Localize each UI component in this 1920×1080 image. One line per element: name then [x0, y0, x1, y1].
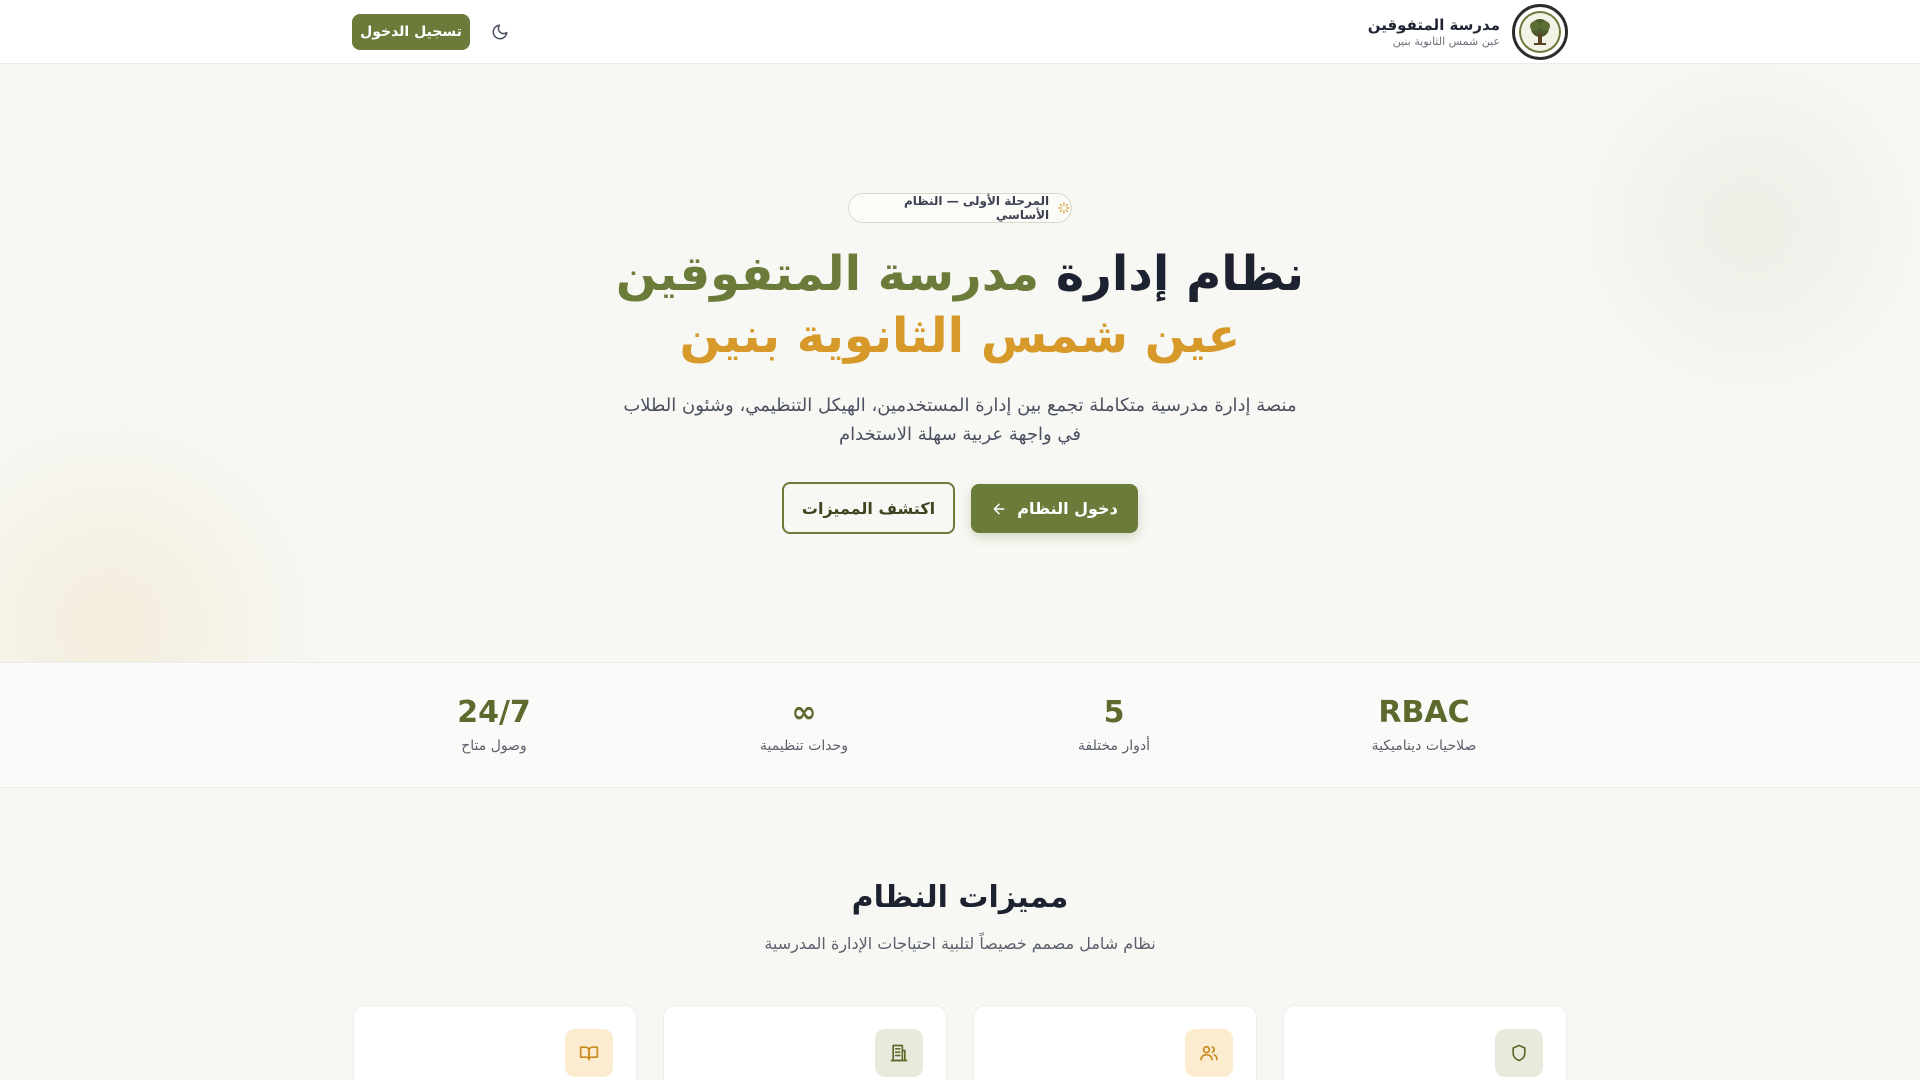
arrow-left-icon	[993, 503, 1005, 514]
stat-label: أدوار مختلفة	[1078, 738, 1150, 754]
feature-card-students[interactable]	[353, 1005, 637, 1080]
top-navbar: مدرسة المتفوقين عين شمس الثانوية بنين تس…	[0, 0, 1920, 64]
hero-description: منصة إدارة مدرسية متكاملة تجمع بين إدارة…	[560, 391, 1360, 449]
hero-title: نظام إدارة مدرسة المتفوقين	[0, 243, 1920, 305]
shield-icon	[1512, 1044, 1526, 1062]
stat-rbac: RBAC صلاحيات ديناميكية	[1324, 693, 1524, 757]
feature-card-structure[interactable]	[663, 1005, 947, 1080]
brand-text: مدرسة المتفوقين عين شمس الثانوية بنين	[1368, 15, 1500, 49]
book-icon	[579, 1046, 599, 1061]
stat-units: ∞ وحدات تنظيمية	[704, 693, 904, 757]
hero-title-main: نظام إدارة	[1055, 246, 1305, 302]
feature-card-users[interactable]	[973, 1005, 1257, 1080]
stat-access: 24/7 وصول متاح	[394, 693, 594, 757]
stat-label: وحدات تنظيمية	[760, 738, 848, 754]
stats-bar: RBAC صلاحيات ديناميكية 5 أدوار مختلفة ∞ …	[0, 662, 1920, 788]
enter-system-label: دخول النظام	[1017, 499, 1118, 518]
badge-label: المرحلة الأولى — النظام الأساسي	[904, 194, 1050, 222]
enter-system-button[interactable]: دخول النظام	[971, 484, 1138, 533]
stat-value: ∞	[791, 695, 817, 730]
users-icon	[1200, 1045, 1218, 1061]
hero-description-line1: منصة إدارة مدرسية متكاملة تجمع بين إدارة…	[623, 395, 1297, 416]
stat-value: RBAC	[1378, 695, 1470, 730]
stat-roles: 5 أدوار مختلفة	[1014, 693, 1214, 757]
school-logo-icon	[1512, 4, 1568, 60]
moon-icon	[492, 24, 508, 40]
phase-badge: المرحلة الأولى — النظام الأساسي	[848, 193, 1072, 223]
card-icon-wrap	[565, 1029, 613, 1077]
brand-subtitle: عين شمس الثانوية بنين	[1392, 35, 1500, 48]
sparkles-icon	[1058, 202, 1070, 214]
card-icon-wrap	[1185, 1029, 1233, 1077]
features-title: مميزات النظام	[851, 880, 1069, 915]
feature-card-permissions[interactable]	[1283, 1005, 1567, 1080]
login-button[interactable]: تسجيل الدخول	[352, 14, 470, 50]
hero-title-line2: عين شمس الثانوية بنين	[679, 308, 1241, 364]
brand-title: مدرسة المتفوقين	[1367, 16, 1500, 34]
hero-title-accent: مدرسة المتفوقين	[615, 246, 1040, 302]
stat-label: وصول متاح	[461, 738, 527, 754]
card-icon-wrap	[1495, 1029, 1543, 1077]
hero-description-line2: في واجهة عربية سهلة الاستخدام	[838, 424, 1081, 445]
explore-features-button[interactable]: اكتشف المميزات	[782, 482, 955, 534]
building-icon	[890, 1044, 908, 1062]
features-subtitle: نظام شامل مصمم خصيصاً لتلبية احتياجات ال…	[764, 934, 1156, 953]
hero-section: المرحلة الأولى — النظام الأساسي نظام إدا…	[0, 65, 1920, 662]
stat-value: 24/7	[457, 695, 531, 730]
theme-toggle-button[interactable]	[486, 18, 514, 46]
brand[interactable]: مدرسة المتفوقين عين شمس الثانوية بنين	[1368, 4, 1568, 60]
stat-value: 5	[1103, 695, 1125, 730]
stat-label: صلاحيات ديناميكية	[1371, 738, 1477, 754]
card-icon-wrap	[875, 1029, 923, 1077]
